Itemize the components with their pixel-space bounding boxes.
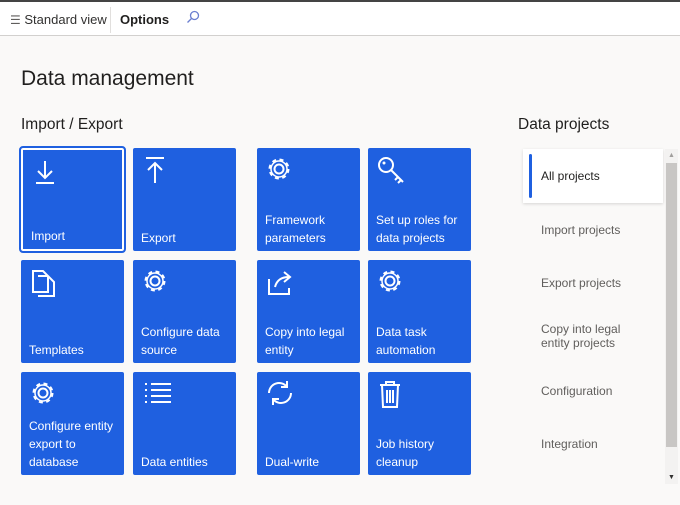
- key-icon: [378, 157, 404, 184]
- divider: [110, 7, 111, 33]
- tile-label: Framework parameters: [265, 213, 326, 245]
- gear-icon: [32, 382, 54, 404]
- project-item-export-projects[interactable]: Export projects: [523, 256, 663, 310]
- project-item-label: All projects: [541, 169, 600, 183]
- gear-icon: [268, 158, 290, 180]
- gear-icon: [379, 270, 401, 292]
- standard-view-button[interactable]: ☰ Standard view: [10, 12, 107, 27]
- tile-label: Configure data source: [141, 325, 220, 357]
- import-export-heading: Import / Export: [21, 116, 123, 133]
- trash-icon: [380, 381, 400, 408]
- tile-label: Copy into legal entity: [265, 325, 345, 357]
- search-icon: [187, 10, 200, 23]
- list-icon: ☰: [10, 13, 21, 27]
- toolbar: ☰ Standard view Options: [0, 0, 680, 36]
- tile-label: Data entities: [141, 455, 208, 469]
- tile-dual-write[interactable]: Dual-write: [257, 372, 360, 475]
- scroll-down-icon[interactable]: ▼: [668, 474, 675, 481]
- project-item-label: Export projects: [541, 276, 622, 290]
- project-item-import-projects[interactable]: Import projects: [523, 203, 663, 257]
- project-item-all-projects[interactable]: All projects: [523, 149, 663, 203]
- tile-data-entities[interactable]: Data entities: [133, 372, 236, 475]
- tile-import[interactable]: Import: [19, 146, 126, 253]
- tile-label: Job history cleanup: [376, 437, 435, 469]
- scroll-up-icon[interactable]: ▲: [668, 152, 675, 159]
- search-button[interactable]: [186, 10, 200, 27]
- upload-icon: [146, 157, 164, 183]
- tile-export[interactable]: Export: [133, 148, 236, 251]
- gear-icon: [144, 270, 166, 292]
- download-icon: [36, 161, 54, 184]
- list-icon: [145, 383, 171, 403]
- tile-configure-entity-export-to-database[interactable]: Configure entity export to database: [21, 372, 124, 475]
- project-item-label: Configuration: [541, 384, 613, 398]
- tile-configure-data-source[interactable]: Configure data source: [133, 260, 236, 363]
- tile-label: Export: [141, 231, 176, 245]
- tile-label: Dual-write: [265, 455, 320, 469]
- tile-label: Configure entity export to database: [29, 419, 114, 469]
- tile-label: Templates: [29, 343, 84, 357]
- project-item-copy-into-legal-entity-projects[interactable]: Copy into legal entity projects: [523, 309, 663, 363]
- project-item-configuration[interactable]: Configuration: [523, 364, 663, 418]
- sync-icon: [268, 381, 292, 405]
- tile-set-up-roles-for-data-projects[interactable]: Set up roles for data projects: [368, 148, 471, 251]
- data-projects-list: All projects Import projects Export projec…: [523, 149, 678, 484]
- project-item-integration[interactable]: Integration: [523, 417, 663, 471]
- tile-label: Set up roles for data projects: [376, 213, 458, 245]
- tile-label: Import: [31, 229, 66, 243]
- tile-label: Data task automation: [376, 325, 436, 357]
- tile-framework-parameters[interactable]: Framework parameters: [257, 148, 360, 251]
- data-projects-heading: Data projects: [518, 116, 610, 133]
- share-icon: [268, 271, 292, 295]
- project-item-label: Import projects: [541, 223, 621, 237]
- scrollbar-thumb[interactable]: [666, 163, 677, 447]
- options-tab[interactable]: Options: [120, 12, 169, 27]
- tile-copy-into-legal-entity[interactable]: Copy into legal entity: [257, 260, 360, 363]
- project-item-label: Copy into legal entity projects: [541, 322, 621, 350]
- tile-templates[interactable]: Templates: [21, 260, 124, 363]
- scrollbar[interactable]: ▲ ▼: [665, 149, 678, 484]
- tile-data-task-automation[interactable]: Data task automation: [368, 260, 471, 363]
- project-item-label: Integration: [541, 437, 598, 451]
- tile-job-history-cleanup[interactable]: Job history cleanup: [368, 372, 471, 475]
- page-title: Data management: [21, 67, 194, 90]
- documents-icon: [32, 270, 55, 297]
